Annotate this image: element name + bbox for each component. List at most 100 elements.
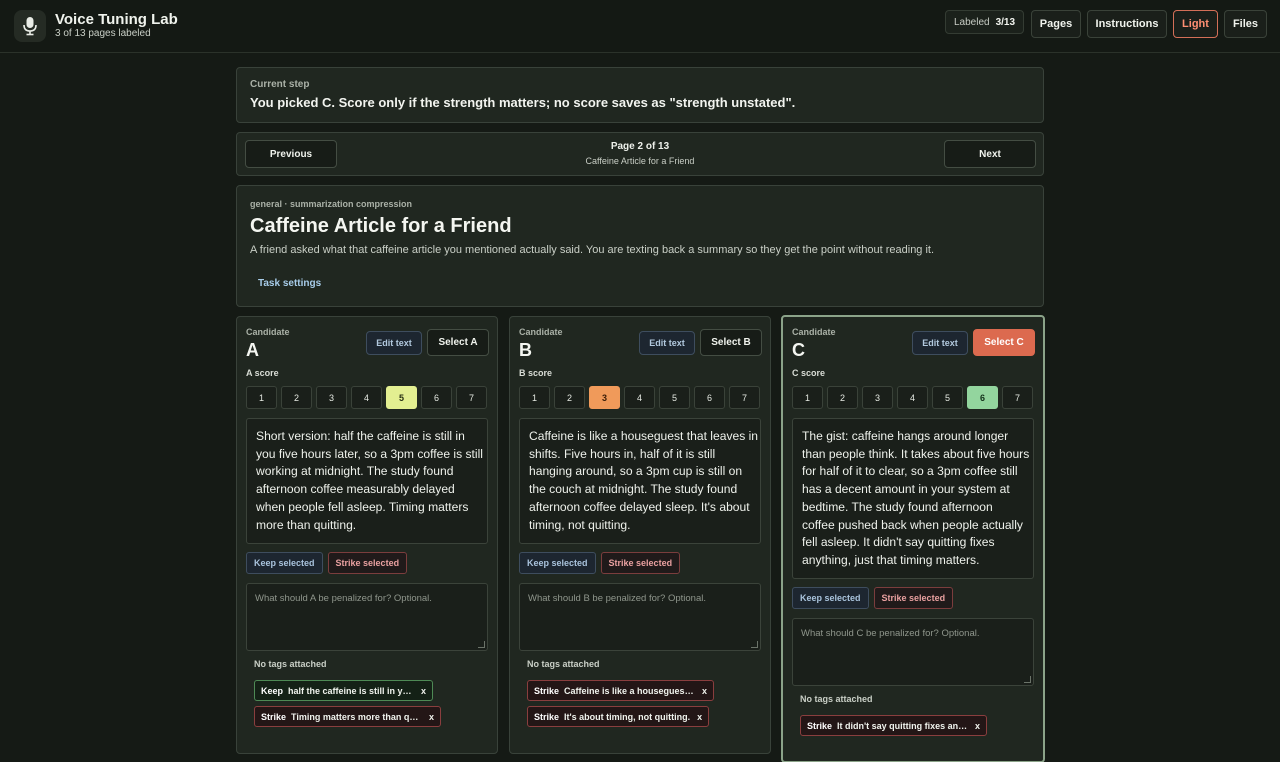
candidate-text-line: anything, just that timing matters. [802, 552, 980, 567]
tag-chip: Strike Caffeine is like a houseguest that… [527, 680, 715, 701]
light-theme-button[interactable]: Light [1173, 10, 1218, 38]
files-button[interactable]: Files [1224, 10, 1267, 38]
resize-grip-icon[interactable] [1024, 676, 1031, 683]
tag-text: It didn't say quitting fixes anything [837, 720, 968, 731]
keep-selected-button[interactable]: Keep selected [519, 552, 596, 574]
candidate-text-line: coffee pushed back when people actually [802, 517, 1023, 532]
score-button-6[interactable]: 6 [421, 386, 452, 409]
remove-tag-icon[interactable]: x [429, 712, 434, 722]
candidate-card-a: Candidate A Edit text Select A A score 1 2 3 4 5 6… [236, 316, 498, 754]
select-button-b[interactable]: Select B [700, 329, 762, 356]
tag-chip: Strike It didn't say quitting fixes anyth… [800, 715, 988, 736]
remove-tag-icon[interactable]: x [697, 712, 702, 722]
score-button-2[interactable]: 2 [281, 386, 312, 409]
score-button-5[interactable]: 5 [932, 386, 963, 409]
candidate-card-b: Candidate B Edit text Select B B score 1 2 3 4 5 6… [509, 316, 771, 754]
microphone-logo-icon [14, 10, 46, 42]
penalty-note-input[interactable]: What should A be penalized for? Optional… [246, 583, 488, 651]
score-button-3[interactable]: 3 [862, 386, 893, 409]
score-button-1[interactable]: 1 [246, 386, 277, 409]
score-button-4[interactable]: 4 [624, 386, 655, 409]
score-button-4[interactable]: 4 [351, 386, 382, 409]
resize-grip-icon[interactable] [751, 641, 758, 648]
score-label: B score [519, 368, 553, 378]
score-selector: 1234567 [519, 386, 760, 409]
candidate-text[interactable]: Caffeine is like a houseguest that leave… [519, 418, 761, 544]
candidate-letter: B [519, 340, 532, 360]
candidate-text-line: bedtime. The study found afternoon [802, 499, 993, 514]
candidate-label: Candidate [246, 327, 290, 337]
penalty-note-placeholder: What should B be penalized for? Optional… [528, 593, 706, 604]
candidate-text[interactable]: Short version: half the caffeine is stil… [246, 418, 488, 544]
keep-selected-button[interactable]: Keep selected [792, 587, 869, 609]
candidate-label: Candidate [792, 327, 836, 337]
score-button-7[interactable]: 7 [456, 386, 487, 409]
strike-selected-button[interactable]: Strike selected [600, 552, 681, 574]
candidate-text-line: Caffeine is like a houseguest that leave… [529, 429, 759, 443]
candidate-text-line: you five hours later, so a 3pm coffee is… [256, 446, 483, 461]
candidate-card-c: Candidate C Edit text Select C C score 1 2 3 4 5 6… [781, 315, 1045, 762]
tag-text: It's about timing, not quitting. [564, 711, 691, 722]
score-button-2[interactable]: 2 [554, 386, 585, 409]
score-button-3[interactable]: 3 [589, 386, 620, 409]
pager-panel: Previous Page 2 of 13 Caffeine Article f… [236, 132, 1044, 176]
penalty-note-input[interactable]: What should C be penalized for? Optional… [792, 618, 1034, 686]
score-button-5[interactable]: 5 [659, 386, 690, 409]
score-button-1[interactable]: 1 [519, 386, 550, 409]
remove-tag-icon[interactable]: x [421, 686, 426, 696]
current-step-panel: Current step You picked C. Score only if… [236, 67, 1044, 123]
keep-strike-row: Keep selected Strike selected [246, 552, 408, 574]
candidate-letter: A [246, 340, 259, 360]
keep-strike-row: Keep selected Strike selected [792, 587, 954, 609]
select-button-c[interactable]: Select C [973, 329, 1035, 356]
score-button-3[interactable]: 3 [316, 386, 347, 409]
candidate-text-line: more than quitting. [256, 517, 357, 532]
pages-button[interactable]: Pages [1031, 10, 1081, 38]
instructions-button[interactable]: Instructions [1087, 10, 1167, 38]
no-tags-label: No tags attached [527, 659, 600, 669]
keep-selected-button[interactable]: Keep selected [246, 552, 323, 574]
edit-text-button-c[interactable]: Edit text [912, 331, 968, 355]
candidate-text-line: afternoon coffee delayed sleep. It's abo… [529, 499, 750, 514]
resize-grip-icon[interactable] [478, 641, 485, 648]
task-panel: general · summarization compression Caff… [236, 185, 1044, 307]
tag-text: half the caffeine is still in you five h… [288, 685, 414, 696]
candidate-text-line: Short version: half the caffeine is stil… [256, 429, 465, 443]
labeled-label: Labeled [954, 16, 990, 28]
next-button[interactable]: Next [944, 140, 1036, 168]
penalty-note-input[interactable]: What should B be penalized for? Optional… [519, 583, 761, 651]
remove-tag-icon[interactable]: x [702, 686, 707, 696]
strike-selected-button[interactable]: Strike selected [873, 587, 954, 609]
score-button-5[interactable]: 5 [386, 386, 417, 409]
candidate-text-line: timing, not quitting. [529, 517, 631, 532]
remove-tag-icon[interactable]: x [975, 721, 980, 731]
current-step-text: You picked C. Score only if the strength… [250, 95, 796, 110]
tags-area: No tags attached Keep half the caffeine is… [246, 651, 488, 741]
top-bar: Voice Tuning Lab 3 of 13 pages labeled L… [0, 0, 1280, 53]
score-button-7[interactable]: 7 [1002, 386, 1033, 409]
candidate-text-line: than people think. It takes about five h… [802, 446, 1030, 461]
edit-text-button-b[interactable]: Edit text [639, 331, 695, 355]
task-title: Caffeine Article for a Friend [250, 215, 512, 237]
score-button-6[interactable]: 6 [967, 386, 998, 409]
app-progress-subtitle: 3 of 13 pages labeled [55, 28, 151, 39]
score-button-4[interactable]: 4 [897, 386, 928, 409]
score-button-7[interactable]: 7 [729, 386, 760, 409]
candidate-text-line: hanging around, so a 3pm cup is still on [529, 464, 743, 479]
candidate-text-line: afternoon coffee measurably delayed [256, 482, 455, 497]
score-button-2[interactable]: 2 [827, 386, 858, 409]
score-selector: 1234567 [792, 386, 1033, 409]
page-title: Caffeine Article for a Friend [585, 156, 695, 166]
score-label: A score [246, 368, 279, 378]
candidate-text-line: for half of it to clear, so a 3pm coffee… [802, 464, 1018, 479]
score-button-6[interactable]: 6 [694, 386, 725, 409]
task-category: general · summarization compression [250, 199, 413, 209]
edit-text-button-a[interactable]: Edit text [366, 331, 422, 355]
candidate-text-line: has a decent amount in your system at [802, 482, 1010, 497]
select-button-a[interactable]: Select A [427, 329, 489, 356]
strike-selected-button[interactable]: Strike selected [327, 552, 408, 574]
candidate-text-line: when people fell asleep. Timing matters [256, 499, 469, 514]
task-settings-button[interactable]: Task settings [250, 271, 329, 295]
score-button-1[interactable]: 1 [792, 386, 823, 409]
candidate-text[interactable]: The gist: caffeine hangs around longer th… [792, 418, 1034, 579]
